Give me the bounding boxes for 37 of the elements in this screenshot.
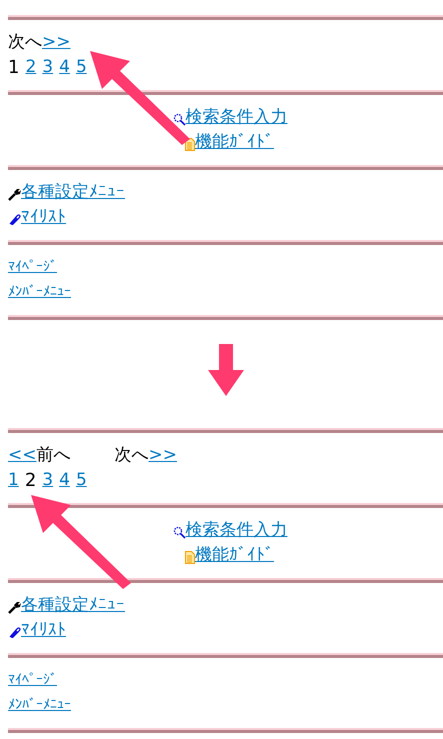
next-link[interactable]: >> xyxy=(42,30,70,55)
page-link[interactable]: 3 xyxy=(42,55,54,80)
menu-link[interactable]: ﾏｲﾘｽﾄ xyxy=(21,618,66,643)
current-page: 1 xyxy=(8,56,20,80)
paperclip-icon xyxy=(8,213,21,226)
next-label: 次へ xyxy=(8,31,42,54)
current-page: 2 xyxy=(24,469,36,493)
menu-link[interactable]: ﾏｲﾍﾟｰｼﾞ xyxy=(8,255,57,280)
menu-link[interactable]: 機能ｶﾞｲﾄﾞ xyxy=(195,543,274,568)
magnifier-icon xyxy=(172,112,186,126)
next-label: 次へ xyxy=(114,444,148,467)
paperclip-icon xyxy=(8,626,21,639)
down-arrow-icon xyxy=(206,342,246,398)
document-icon xyxy=(185,551,195,564)
wrench-icon xyxy=(8,601,21,614)
page-link[interactable]: 1 xyxy=(8,468,19,493)
menu-link[interactable]: ﾏｲﾘｽﾄ xyxy=(21,205,66,230)
next-link[interactable]: >> xyxy=(148,443,177,468)
wrench-icon xyxy=(8,188,21,201)
previous-link[interactable]: << xyxy=(8,443,36,468)
document-icon xyxy=(185,138,195,151)
menu-link[interactable]: ﾒﾝﾊﾞｰﾒﾆｭｰ xyxy=(8,693,71,718)
page-link[interactable]: 5 xyxy=(76,55,87,80)
menu-link[interactable]: 各種設定ﾒﾆｭｰ xyxy=(21,180,125,205)
menu-link[interactable]: ﾏｲﾍﾟｰｼﾞ xyxy=(8,668,57,693)
menu-link[interactable]: 検索条件入力 xyxy=(186,105,288,130)
previous-label: 前へ xyxy=(36,444,70,467)
menu-link[interactable]: 検索条件入力 xyxy=(186,518,288,543)
menu-link[interactable]: ﾒﾝﾊﾞｰﾒﾆｭｰ xyxy=(8,280,71,305)
page-link[interactable]: 2 xyxy=(25,55,36,80)
page-link[interactable]: 4 xyxy=(59,468,70,493)
menu-link[interactable]: 各種設定ﾒﾆｭｰ xyxy=(21,593,125,618)
magnifier-icon xyxy=(172,525,186,539)
page-link[interactable]: 3 xyxy=(42,468,54,493)
page-link[interactable]: 5 xyxy=(76,468,87,493)
menu-link[interactable]: 機能ｶﾞｲﾄﾞ xyxy=(195,130,274,155)
page-link[interactable]: 4 xyxy=(59,55,70,80)
